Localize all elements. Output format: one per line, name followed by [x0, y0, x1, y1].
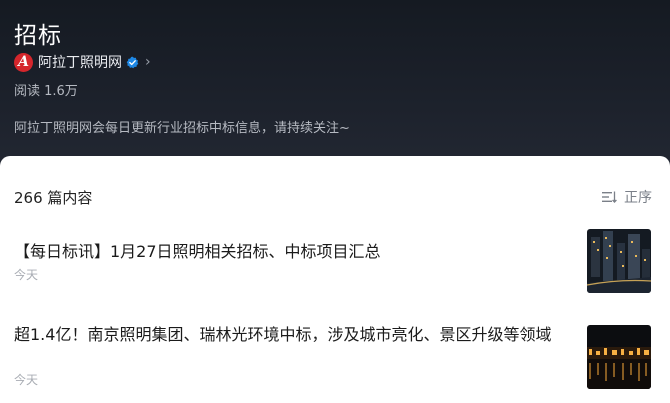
page-title: 招标: [14, 23, 62, 49]
article-title[interactable]: 超1.4亿！南京照明集团、瑞林光环境中标，涉及城市亮化、景区升级等领域: [14, 323, 577, 346]
sort-button[interactable]: 正序: [602, 187, 652, 207]
article-time: 今天: [14, 373, 39, 387]
article-item[interactable]: 【每日标讯】1月27日照明相关招标、中标项目汇总 今天: [0, 226, 670, 306]
article-thumbnail[interactable]: [587, 325, 651, 389]
album-header: 招标 A 阿拉丁照明网 › 阅读 1.6万 阿拉丁照明网会每日更新行业招标中标信…: [0, 0, 670, 175]
sort-icon: [602, 191, 617, 203]
article-item[interactable]: 超1.4亿！南京照明集团、瑞林光环境中标，涉及城市亮化、景区升级等领域 今天: [0, 311, 670, 401]
article-title[interactable]: 【每日标讯】1月27日照明相关招标、中标项目汇总: [14, 240, 577, 263]
author-logo-icon: A: [14, 52, 33, 72]
article-count: 266 篇内容: [14, 189, 93, 207]
city-night-image: [587, 229, 651, 293]
author-name[interactable]: 阿拉丁照明网: [38, 52, 122, 72]
verified-badge-icon: [126, 56, 139, 68]
waterfront-night-image: [587, 325, 651, 389]
album-description: 阿拉丁照明网会每日更新行业招标中标信息，请持续关注~: [14, 121, 350, 136]
article-list-panel: 266 篇内容 正序 【每日标讯】1月27日照明相关招标、中标项目汇总 今天 超…: [0, 156, 670, 403]
author-link[interactable]: A 阿拉丁照明网 ›: [14, 52, 151, 72]
article-time: 今天: [14, 268, 39, 282]
read-count: 阅读 1.6万: [14, 84, 78, 99]
sort-label: 正序: [624, 190, 652, 206]
article-thumbnail[interactable]: [587, 229, 651, 293]
chevron-right-icon[interactable]: ›: [145, 54, 151, 70]
